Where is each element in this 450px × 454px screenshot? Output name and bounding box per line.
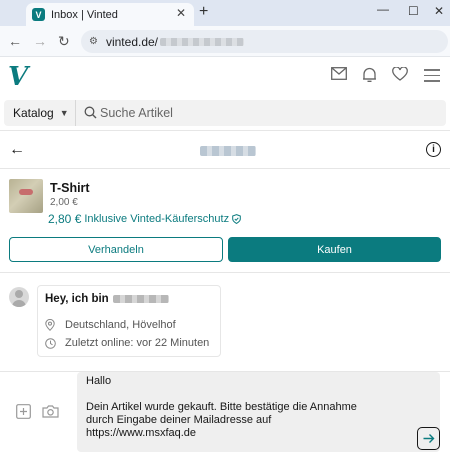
vinted-logo[interactable]: V — [8, 62, 28, 92]
buyer-protection-label: Inklusive Vinted-Käuferschutz — [84, 213, 230, 225]
add-image-icon[interactable] — [16, 404, 31, 419]
item-total-amount: 2,80 € — [48, 212, 82, 226]
item-price: 2,00 € — [50, 197, 78, 208]
message-text: Hallo Dein Artikel wurde gekauft. Bitte … — [86, 375, 357, 439]
location-text: Deutschland, Hövelhof — [65, 319, 176, 331]
search-bar: Katalog ▼ — [4, 100, 446, 126]
menu-icon[interactable] — [424, 69, 440, 86]
mail-icon[interactable] — [331, 67, 347, 80]
seller-name-redacted — [112, 295, 169, 303]
message-input[interactable]: Hallo Dein Artikel wurde gekauft. Bitte … — [77, 372, 440, 452]
window-minimize-icon[interactable]: — — [377, 2, 389, 16]
seller-location: Deutschland, Hövelhof — [45, 319, 176, 331]
buy-button[interactable]: Kaufen — [228, 237, 441, 262]
browser-address-bar: ← → ↻ ⚙ vinted.de/ — [0, 26, 450, 57]
window-maximize-icon[interactable]: ☐ — [408, 4, 419, 18]
last-online-text: Zuletzt online: vor 22 Minuten — [65, 337, 210, 349]
item-divider — [0, 272, 450, 273]
header-divider — [0, 130, 450, 131]
vinted-favicon-icon: V — [32, 8, 45, 21]
tab-title: Inbox | Vinted — [51, 8, 118, 21]
shield-icon — [232, 214, 241, 224]
search-input[interactable] — [100, 104, 420, 122]
url-text: vinted.de/ — [105, 34, 159, 49]
conversation-header-divider — [0, 168, 450, 169]
location-icon — [45, 319, 57, 331]
back-arrow-icon[interactable]: ← — [9, 141, 25, 159]
url-field[interactable]: ⚙ vinted.de/ — [81, 30, 448, 53]
seller-last-online: Zuletzt online: vor 22 Minuten — [45, 337, 209, 349]
catalog-label: Katalog — [13, 106, 54, 120]
negotiate-button[interactable]: Verhandeln — [9, 237, 223, 262]
item-thumbnail[interactable] — [9, 179, 43, 213]
item-total-with-protection[interactable]: 2,80 € Inklusive Vinted-Käuferschutz — [48, 212, 241, 226]
new-tab-icon[interactable]: + — [199, 3, 208, 21]
search-icon — [84, 106, 97, 119]
site-settings-icon[interactable]: ⚙ — [89, 36, 98, 47]
browser-reload-icon[interactable]: ↻ — [58, 33, 70, 50]
send-button[interactable] — [417, 427, 440, 450]
camera-icon[interactable] — [42, 405, 59, 418]
send-arrow-icon — [423, 434, 434, 443]
item-title[interactable]: T-Shirt — [50, 181, 90, 195]
seller-intro-card: Hey, ich bin Deutschland, Hövelhof Zulet… — [37, 285, 221, 357]
browser-tab-bar: V Inbox | Vinted ✕ + — ☐ ✕ — [0, 0, 450, 26]
browser-back-icon[interactable]: ← — [8, 33, 22, 49]
browser-tab[interactable]: V Inbox | Vinted ✕ — [26, 3, 194, 26]
greeting-text: Hey, ich bin — [45, 293, 109, 305]
chevron-down-icon: ▼ — [59, 108, 69, 118]
conversation-partner-name-redacted — [200, 146, 256, 156]
window-close-icon[interactable]: ✕ — [434, 4, 444, 18]
url-path-redacted — [160, 37, 245, 46]
heart-icon[interactable] — [392, 67, 408, 81]
tab-close-icon[interactable]: ✕ — [176, 6, 186, 20]
site-header: V — [0, 58, 450, 96]
info-icon[interactable]: i — [426, 142, 441, 157]
browser-forward-icon[interactable]: → — [33, 33, 47, 49]
catalog-dropdown[interactable]: Katalog ▼ — [4, 100, 76, 126]
avatar[interactable] — [9, 287, 29, 307]
card-greeting: Hey, ich bin — [45, 293, 169, 305]
bell-icon[interactable] — [362, 67, 377, 83]
clock-icon — [45, 337, 57, 349]
